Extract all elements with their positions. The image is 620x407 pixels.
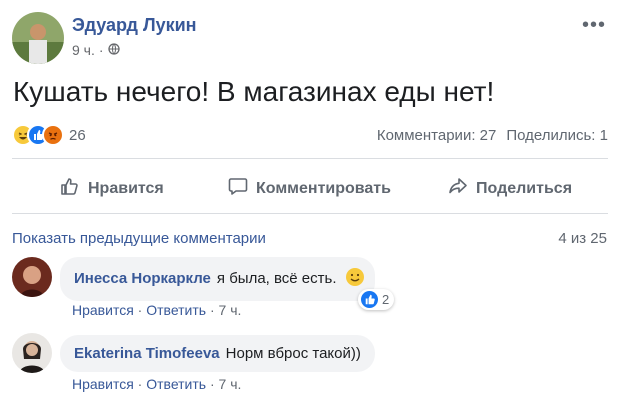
comment-button-label: Комментировать [256,179,391,197]
comment-separator: · [209,302,215,318]
like-button-label: Нравится [88,179,164,197]
post-text: Кушать нечего! В магазинах еды нет! [13,76,495,107]
reaction-count: 26 [69,126,86,144]
comment-author[interactable]: Ekaterina Timofeeva [74,345,220,362]
comment-reply-link[interactable]: Ответить [146,376,206,392]
comment-bubble: Ekaterina Timofeeva Норм вброс такой)) [60,335,375,372]
globe-icon [107,42,120,58]
like-icon [361,291,378,308]
comments-pager: 4 из 25 [558,230,607,247]
comment-text: я была, всё есть. [216,270,337,287]
author-avatar[interactable] [12,12,64,64]
divider-top [12,158,608,159]
divider-bottom [12,213,608,214]
comment-like-link[interactable]: Нравится [72,376,134,392]
share-button-label: Поделиться [476,179,573,197]
comment-button[interactable]: Комментировать [228,176,391,201]
reactions-summary[interactable]: 26 [12,124,86,146]
comment-time[interactable]: 7 ч. [219,376,242,392]
like-button[interactable]: Нравится [60,176,164,201]
post-meta: 9 ч. · [72,42,120,58]
post-stats: Комментарии: 27 Поделились: 1 [377,127,608,144]
angry-icon [42,124,64,146]
comment-actions: Нравится · Ответить · 7 ч. [72,376,241,392]
comment-reaction-count: 2 [382,292,390,307]
comment-reply-link[interactable]: Ответить [146,302,206,318]
commenter-avatar[interactable] [12,333,52,373]
comment-like-link[interactable]: Нравится [72,302,134,318]
commenter-avatar[interactable] [12,257,52,297]
comments-count[interactable]: Комментарии: 27 [377,127,497,144]
comment-actions: Нравится · Ответить · 7 ч. [72,302,241,318]
more-options-icon[interactable]: ••• [582,14,606,37]
slightly-smiling-face-icon [345,267,365,291]
post-author-name[interactable]: Эдуард Лукин [72,15,197,36]
comment-icon [228,176,248,201]
comment-bubble: Инесса Норкаркле я была, всё есть. [60,257,375,301]
share-icon [448,176,468,201]
show-previous-comments-link[interactable]: Показать предыдущие комментарии [12,230,266,247]
comment-text: Норм вброс такой)) [225,345,361,362]
share-button[interactable]: Поделиться [448,176,572,201]
comment-reaction-badge[interactable]: 2 [358,289,395,310]
comment-author[interactable]: Инесса Норкаркле [74,270,211,287]
shares-count[interactable]: Поделились: 1 [506,127,608,144]
comment-separator: · [137,302,143,318]
comment-time[interactable]: 7 ч. [219,302,242,318]
thumbs-up-icon [60,176,80,201]
comment-separator: · [137,376,143,392]
post-time[interactable]: 9 ч. [72,42,95,58]
comment-separator: · [209,376,215,392]
meta-separator: · [98,42,104,58]
